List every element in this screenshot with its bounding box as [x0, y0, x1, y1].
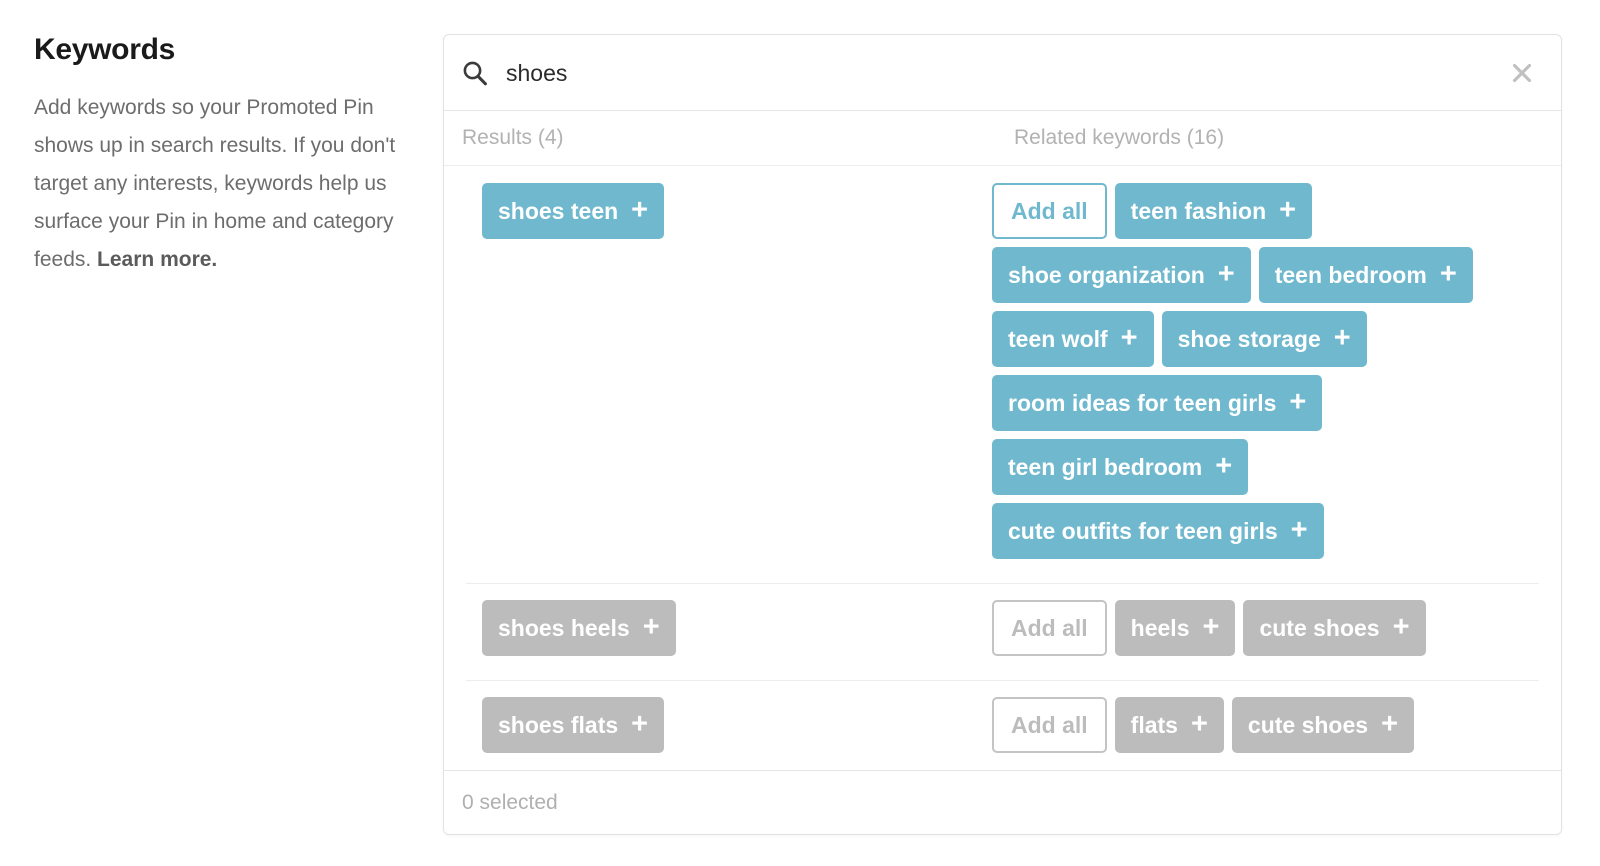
keywords-page: Keywords Add keywords so your Promoted P… — [0, 0, 1600, 866]
related-chip-label: teen girl bedroom — [1008, 454, 1202, 481]
related-chip-label: teen wolf — [1008, 326, 1108, 353]
related-chip-heels[interactable]: heels + — [1115, 600, 1236, 656]
column-headers: Results (4) Related keywords (16) — [444, 111, 1561, 166]
related-chip-label: heels — [1131, 615, 1190, 642]
related-chip-cute-outfits-for-teen-girls[interactable]: cute outfits for teen girls + — [992, 503, 1324, 559]
plus-icon: + — [1393, 613, 1410, 642]
sidebar-description-text: Add keywords so your Promoted Pin shows … — [34, 96, 395, 271]
plus-icon: + — [1334, 324, 1351, 353]
related-chip-cute-shoes[interactable]: cute shoes + — [1243, 600, 1425, 656]
table-row: shoes teen + Add all teen fashion + shoe o… — [466, 167, 1539, 584]
learn-more-link[interactable]: Learn more. — [97, 248, 217, 271]
related-chip-label: cute shoes — [1259, 615, 1379, 642]
related-chip-cute-shoes[interactable]: cute shoes + — [1232, 697, 1414, 753]
related-chip-label: teen fashion — [1131, 198, 1266, 225]
search-input[interactable] — [506, 56, 1495, 90]
plus-icon: + — [1279, 196, 1296, 225]
keyword-chip-label: shoes teen — [498, 198, 618, 225]
plus-icon: + — [1191, 710, 1208, 739]
sidebar: Keywords Add keywords so your Promoted P… — [34, 32, 414, 300]
related-chip-teen-fashion[interactable]: teen fashion + — [1115, 183, 1312, 239]
plus-icon: + — [1215, 452, 1232, 481]
related-chip-label: teen bedroom — [1275, 262, 1427, 289]
add-all-button[interactable]: Add all — [992, 600, 1107, 656]
plus-icon: + — [1291, 516, 1308, 545]
sidebar-description: Add keywords so your Promoted Pin shows … — [34, 89, 406, 279]
keyword-chip-shoes-heels[interactable]: shoes heels + — [482, 600, 676, 656]
add-all-button[interactable]: Add all — [992, 183, 1107, 239]
related-keywords-cell: Add all flats + cute shoes + — [992, 697, 1539, 761]
related-chip-label: cute outfits for teen girls — [1008, 518, 1278, 545]
selected-count: 0 selected — [462, 791, 558, 815]
related-chip-label: flats — [1131, 712, 1178, 739]
search-bar — [444, 35, 1561, 111]
result-keyword-cell: shoes heels + — [466, 600, 992, 664]
related-chip-teen-bedroom[interactable]: teen bedroom + — [1259, 247, 1473, 303]
result-keyword-cell: shoes teen + — [466, 183, 992, 247]
plus-icon: + — [631, 710, 648, 739]
plus-icon: + — [1289, 388, 1306, 417]
related-chip-label: room ideas for teen girls — [1008, 390, 1276, 417]
keyword-chip-shoes-flats[interactable]: shoes flats + — [482, 697, 664, 753]
related-chip-room-ideas-for-teen-girls[interactable]: room ideas for teen girls + — [992, 375, 1322, 431]
add-all-button[interactable]: Add all — [992, 697, 1107, 753]
results-column-header: Results (4) — [444, 126, 992, 150]
close-icon[interactable] — [1505, 56, 1539, 90]
related-chip-label: shoe organization — [1008, 262, 1205, 289]
keyword-chip-shoes-teen[interactable]: shoes teen + — [482, 183, 664, 239]
plus-icon: + — [1203, 613, 1220, 642]
search-icon — [462, 60, 488, 86]
table-row: shoes heels + Add all heels + cute shoes + — [466, 584, 1539, 681]
related-chip-label: shoe storage — [1178, 326, 1321, 353]
plus-icon: + — [1440, 260, 1457, 289]
table-row: shoes flats + Add all flats + cute shoes + — [466, 681, 1539, 770]
plus-icon: + — [643, 613, 660, 642]
related-chip-shoe-organization[interactable]: shoe organization + — [992, 247, 1251, 303]
related-keywords-cell: Add all teen fashion + shoe organization +… — [992, 183, 1539, 567]
results-list[interactable]: shoes teen + Add all teen fashion + shoe o… — [444, 167, 1561, 770]
keyword-chip-label: shoes heels — [498, 615, 630, 642]
result-keyword-cell: shoes flats + — [466, 697, 992, 761]
plus-icon: + — [631, 196, 648, 225]
related-chip-teen-wolf[interactable]: teen wolf + — [992, 311, 1154, 367]
related-keywords-column-header: Related keywords (16) — [992, 126, 1561, 150]
related-chip-shoe-storage[interactable]: shoe storage + — [1162, 311, 1367, 367]
plus-icon: + — [1381, 710, 1398, 739]
related-chip-flats[interactable]: flats + — [1115, 697, 1224, 753]
related-chip-label: cute shoes — [1248, 712, 1368, 739]
related-keywords-cell: Add all heels + cute shoes + — [992, 600, 1539, 664]
keyword-chip-label: shoes flats — [498, 712, 618, 739]
page-title: Keywords — [34, 32, 414, 68]
keyword-picker-panel: Results (4) Related keywords (16) shoes … — [443, 34, 1562, 835]
plus-icon: + — [1121, 324, 1138, 353]
related-chip-teen-girl-bedroom[interactable]: teen girl bedroom + — [992, 439, 1248, 495]
panel-footer: 0 selected — [444, 770, 1561, 834]
plus-icon: + — [1218, 260, 1235, 289]
